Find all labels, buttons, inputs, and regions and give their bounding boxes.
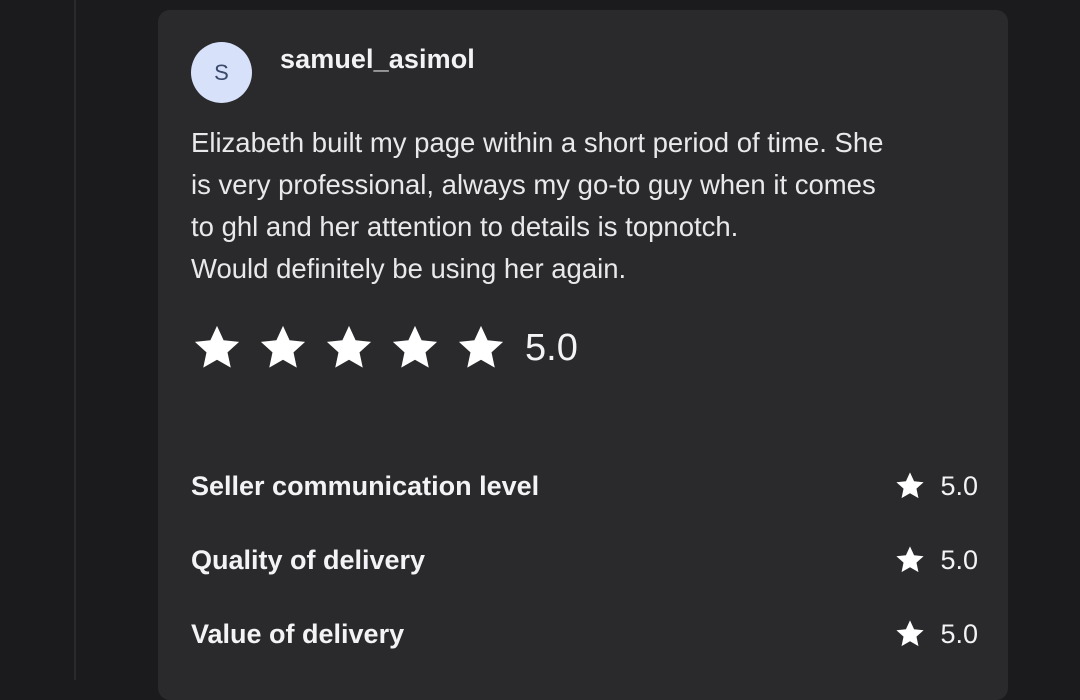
star-icon	[257, 322, 309, 374]
sub-rating-value: 5.0	[894, 618, 978, 650]
review-card: S samuel_asimol Elizabeth built my page …	[158, 10, 1008, 700]
star-icon	[191, 322, 243, 374]
reviewer-username[interactable]: samuel_asimol	[280, 44, 475, 75]
sub-rating-value: 5.0	[894, 470, 978, 502]
star-icon	[894, 470, 926, 502]
sub-rating-score: 5.0	[940, 470, 978, 501]
review-text: Elizabeth built my page within a short p…	[191, 122, 981, 290]
review-text-line: to ghl and her attention to details is t…	[191, 211, 739, 242]
sub-rating-label: Value of delivery	[191, 618, 405, 649]
review-text-line: Would definitely be using her again.	[191, 253, 627, 284]
sub-rating-value: 5.0	[894, 544, 978, 576]
sub-rating-score: 5.0	[940, 618, 978, 649]
avatar[interactable]: S	[191, 42, 252, 103]
sub-rating-label: Seller communication level	[191, 470, 540, 501]
overall-score: 5.0	[525, 326, 578, 369]
sub-rating-score: 5.0	[940, 544, 978, 575]
star-icon	[894, 544, 926, 576]
review-text-line: Elizabeth built my page within a short p…	[191, 127, 884, 158]
avatar-initial: S	[214, 59, 229, 85]
star-icon	[389, 322, 441, 374]
sub-rating-communication: Seller communication level 5.0	[191, 466, 978, 506]
star-icon	[455, 322, 507, 374]
star-icon	[323, 322, 375, 374]
sub-rating-value-of-delivery: Value of delivery 5.0	[191, 614, 978, 654]
star-icon	[894, 618, 926, 650]
sub-rating-quality: Quality of delivery 5.0	[191, 540, 978, 580]
sidebar-divider	[74, 0, 76, 680]
sub-rating-label: Quality of delivery	[191, 544, 426, 575]
review-text-line: is very professional, always my go-to gu…	[191, 169, 876, 200]
overall-rating: 5.0	[191, 323, 578, 373]
